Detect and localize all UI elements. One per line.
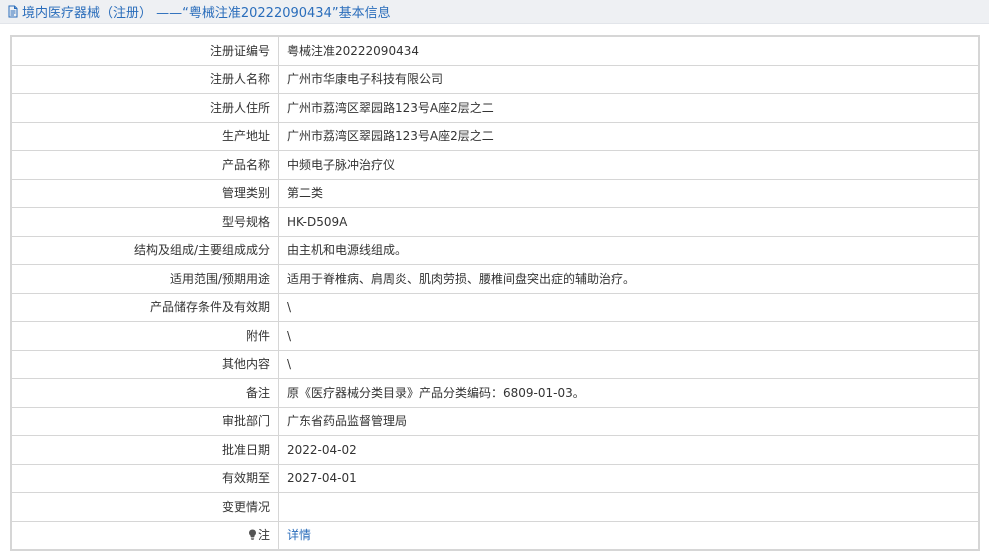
row-value: 2022-04-02 — [278, 435, 979, 465]
row-value — [278, 492, 979, 522]
row-label: 产品名称 — [11, 150, 279, 180]
row-label: 附件 — [11, 321, 279, 351]
row-label: 注册人住所 — [11, 93, 279, 123]
table-row-note: 注 详情 — [11, 520, 979, 550]
info-table: 注册证编号 粤械注准20222090434 注册人名称 广州市华康电子科技有限公… — [11, 36, 979, 550]
row-value: 粤械注准20222090434 — [278, 36, 979, 66]
row-value: \ — [278, 349, 979, 379]
row-label: 产品储存条件及有效期 — [11, 292, 279, 322]
row-label: 批准日期 — [11, 435, 279, 465]
note-label-cell: 注 — [11, 520, 279, 550]
document-icon — [6, 5, 20, 19]
row-label: 注 — [257, 527, 270, 542]
table-row: 产品储存条件及有效期 \ — [11, 292, 979, 322]
row-value: 原《医疗器械分类目录》产品分类编码：6809-01-03。 — [278, 378, 979, 408]
table-row: 变更情况 — [11, 492, 979, 522]
table-row: 附件 \ — [11, 321, 979, 351]
row-value: 广州市荔湾区翠园路123号A座2层之二 — [278, 93, 979, 123]
row-label: 生产地址 — [11, 121, 279, 151]
table-row: 结构及组成/主要组成成分 由主机和电源线组成。 — [11, 235, 979, 265]
table-row: 有效期至 2027-04-01 — [11, 463, 979, 493]
row-value: 广州市荔湾区翠园路123号A座2层之二 — [278, 121, 979, 151]
row-value: HK-D509A — [278, 207, 979, 237]
row-label: 注册证编号 — [11, 36, 279, 66]
lightbulb-icon — [248, 529, 257, 542]
row-label: 管理类别 — [11, 178, 279, 208]
row-value: 2027-04-01 — [278, 463, 979, 493]
table-row: 注册人住所 广州市荔湾区翠园路123号A座2层之二 — [11, 93, 979, 123]
row-value: 适用于脊椎病、肩周炎、肌肉劳损、腰椎间盘突出症的辅助治疗。 — [278, 264, 979, 294]
row-label: 其他内容 — [11, 349, 279, 379]
row-value: 中频电子脉冲治疗仪 — [278, 150, 979, 180]
row-label: 结构及组成/主要组成成分 — [11, 235, 279, 265]
page-header: 境内医疗器械（注册） ——“粤械注准20222090434”基本信息 — [0, 0, 989, 24]
page-title: 境内医疗器械（注册） ——“粤械注准20222090434”基本信息 — [22, 6, 391, 21]
row-label: 适用范围/预期用途 — [11, 264, 279, 294]
table-row: 审批部门 广东省药品监督管理局 — [11, 406, 979, 436]
details-link[interactable]: 详情 — [287, 528, 311, 542]
table-row: 注册人名称 广州市华康电子科技有限公司 — [11, 64, 979, 94]
row-label: 备注 — [11, 378, 279, 408]
table-row: 其他内容 \ — [11, 349, 979, 379]
table-row: 产品名称 中频电子脉冲治疗仪 — [11, 150, 979, 180]
row-value: 由主机和电源线组成。 — [278, 235, 979, 265]
table-row: 生产地址 广州市荔湾区翠园路123号A座2层之二 — [11, 121, 979, 151]
table-row: 适用范围/预期用途 适用于脊椎病、肩周炎、肌肉劳损、腰椎间盘突出症的辅助治疗。 — [11, 264, 979, 294]
page: 境内医疗器械（注册） ——“粤械注准20222090434”基本信息 注册证编号… — [0, 0, 989, 559]
row-value: 广州市华康电子科技有限公司 — [278, 64, 979, 94]
row-label: 有效期至 — [11, 463, 279, 493]
table-row: 管理类别 第二类 — [11, 178, 979, 208]
info-table-container: 注册证编号 粤械注准20222090434 注册人名称 广州市华康电子科技有限公… — [10, 35, 980, 551]
row-value: 第二类 — [278, 178, 979, 208]
row-label: 审批部门 — [11, 406, 279, 436]
row-label: 注册人名称 — [11, 64, 279, 94]
row-value: 广东省药品监督管理局 — [278, 406, 979, 436]
table-row: 备注 原《医疗器械分类目录》产品分类编码：6809-01-03。 — [11, 378, 979, 408]
table-row: 型号规格 HK-D509A — [11, 207, 979, 237]
row-label: 变更情况 — [11, 492, 279, 522]
row-value: \ — [278, 321, 979, 351]
note-value-cell: 详情 — [278, 520, 979, 550]
row-label: 型号规格 — [11, 207, 279, 237]
table-row: 批准日期 2022-04-02 — [11, 435, 979, 465]
table-row: 注册证编号 粤械注准20222090434 — [11, 36, 979, 66]
row-value: \ — [278, 292, 979, 322]
